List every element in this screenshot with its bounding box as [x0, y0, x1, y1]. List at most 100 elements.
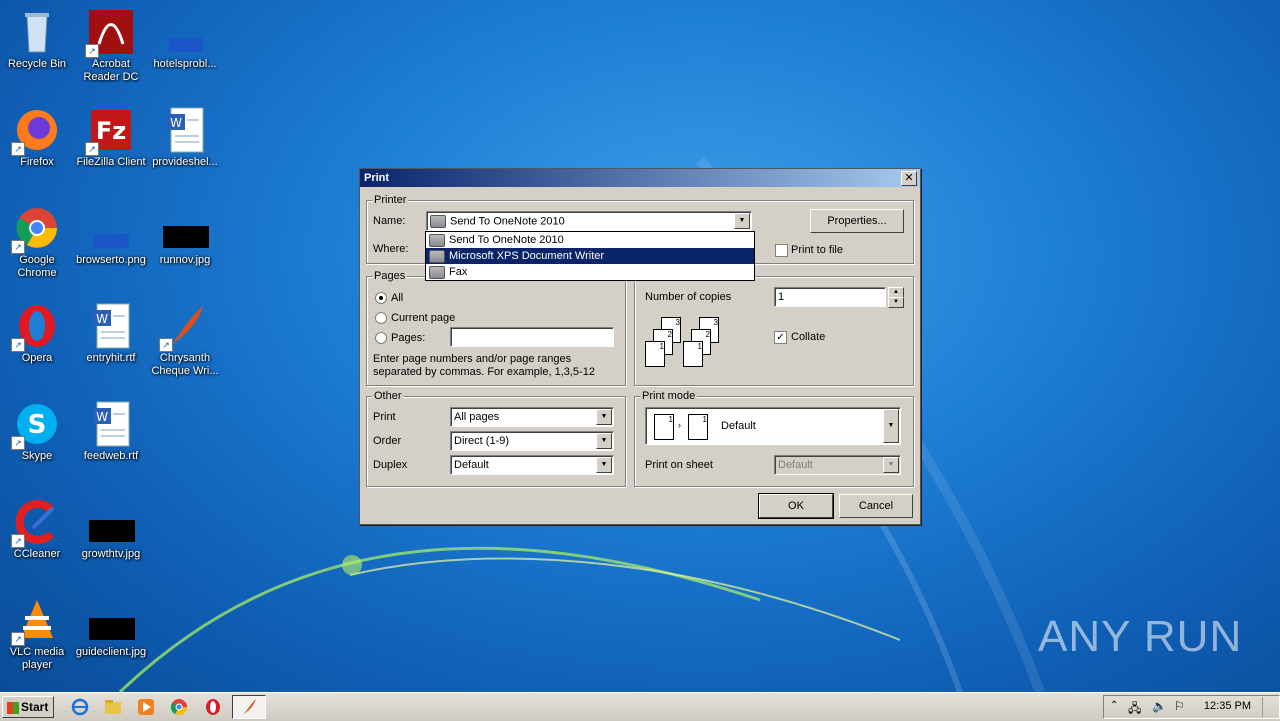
ok-button[interactable]: OK: [758, 493, 834, 519]
explorer-icon[interactable]: [104, 698, 122, 716]
shortcut-arrow-icon: ↗: [11, 436, 25, 450]
desktop-icon-hotelsprobl[interactable]: hotelsprobl...: [148, 8, 222, 71]
print-mode-select[interactable]: 1 › 1 Default ▼: [645, 407, 901, 445]
ccleaner-icon: ↗: [11, 498, 61, 548]
network-icon[interactable]: 🖧: [1128, 699, 1141, 720]
svg-text:W: W: [170, 116, 182, 130]
dialog-title: Print: [364, 172, 390, 184]
svg-text:W: W: [96, 410, 108, 424]
print-on-sheet-select[interactable]: Default ▼: [774, 455, 901, 475]
skype-icon: S ↗: [11, 400, 61, 450]
desktop-icon-feedweb[interactable]: W feedweb.rtf: [74, 400, 148, 463]
word-doc-icon: W: [161, 106, 209, 154]
image-file-icon: [161, 204, 209, 252]
all-pages-label: All: [391, 292, 404, 304]
name-label: Name:: [373, 215, 406, 227]
windows-logo-icon: [7, 701, 19, 714]
close-button[interactable]: ✕: [901, 171, 917, 186]
printer-icon: [429, 249, 445, 263]
print-to-file-checkbox[interactable]: [775, 244, 788, 257]
dropdown-option-onenote[interactable]: Send To OneNote 2010: [426, 232, 754, 248]
printer-name-select[interactable]: Send To OneNote 2010 ▼: [426, 211, 752, 231]
desktop-icon-runnov[interactable]: runnov.jpg: [148, 204, 222, 267]
print-select[interactable]: All pages ▼: [450, 407, 614, 427]
chevron-down-icon[interactable]: ▼: [596, 457, 612, 473]
volume-icon[interactable]: 🔈: [1152, 699, 1167, 713]
pages-group-label: Pages: [372, 270, 408, 282]
shortcut-arrow-icon: ↗: [11, 632, 25, 646]
collate-checkbox[interactable]: ✓: [774, 331, 787, 344]
acrobat-icon: ↗: [85, 8, 135, 58]
pages-range-input[interactable]: [450, 327, 614, 347]
current-page-label: Current page: [391, 312, 456, 324]
desktop-icon-entryhit[interactable]: W entryhit.rtf: [74, 302, 148, 365]
print-mode-value: Default: [721, 420, 756, 432]
desktop-icon-browserto[interactable]: browserto.png: [74, 204, 148, 267]
filezilla-icon: Fz ↗: [85, 106, 135, 156]
show-desktop-button[interactable]: [1262, 697, 1277, 717]
desktop-icon-filezilla[interactable]: Fz ↗ FileZilla Client: [74, 106, 148, 169]
start-button[interactable]: Start: [2, 696, 54, 718]
ie-icon[interactable]: [71, 698, 89, 716]
desktop-icon-chrome[interactable]: ↗ Google Chrome: [0, 204, 74, 280]
desktop-icon-chrysanth[interactable]: ↗ Chrysanth Cheque Wri...: [148, 302, 222, 378]
desktop-icon-acrobat[interactable]: ↗ Acrobat Reader DC: [74, 8, 148, 84]
image-file-icon: [87, 204, 135, 252]
chevron-down-icon[interactable]: ▼: [883, 409, 899, 443]
pages-group: Pages All Current page Pages: Enter page…: [366, 270, 626, 386]
copies-group: Number of copies 1 ▲ ▼ 3 2 1 3 2 1 ✓ Col…: [634, 276, 914, 386]
desktop-icon-vlc[interactable]: ↗ VLC media player: [0, 596, 74, 672]
dialog-titlebar[interactable]: Print ✕: [360, 169, 920, 187]
taskbar-active-app[interactable]: [232, 695, 266, 719]
chevron-down-icon[interactable]: ▼: [596, 433, 612, 449]
vlc-icon: ↗: [11, 596, 61, 646]
tray-expand-icon[interactable]: ⌃: [1110, 700, 1118, 711]
printer-icon: [429, 233, 445, 247]
all-pages-radio[interactable]: [375, 292, 387, 304]
dropdown-option-xps[interactable]: Microsoft XPS Document Writer: [426, 248, 754, 264]
print-mode-group-label: Print mode: [640, 390, 698, 402]
shortcut-arrow-icon: ↗: [159, 338, 173, 352]
system-tray: ⌃ 🖧 🔈 ⚐ 12:35 PM: [1103, 695, 1280, 719]
quill-icon: ↗: [159, 302, 209, 352]
taskbar: Start ⌃ 🖧 🔈 ⚐ 12:35 PM: [0, 692, 1280, 721]
desktop-icon-guideclient[interactable]: guideclient.jpg: [74, 596, 148, 659]
cancel-button[interactable]: Cancel: [839, 494, 913, 518]
media-player-icon[interactable]: [137, 698, 155, 716]
desktop-icon-opera[interactable]: ↗ Opera: [0, 302, 74, 365]
copies-spin-down[interactable]: ▼: [888, 297, 904, 308]
chevron-down-icon[interactable]: ▼: [596, 409, 612, 425]
desktop-icon-recycle-bin[interactable]: Recycle Bin: [0, 8, 74, 71]
flag-icon[interactable]: ⚐: [1174, 699, 1185, 713]
current-page-radio[interactable]: [375, 312, 387, 324]
chevron-down-icon[interactable]: ▼: [734, 213, 750, 229]
printer-name-value: Send To OneNote 2010: [450, 215, 565, 228]
duplex-select[interactable]: Default ▼: [450, 455, 614, 475]
dropdown-option-fax[interactable]: Fax: [426, 264, 754, 280]
copies-input[interactable]: 1: [774, 287, 886, 307]
number-of-copies-label: Number of copies: [645, 291, 732, 303]
chevron-down-icon[interactable]: ▼: [883, 457, 899, 473]
word-doc-icon: W: [87, 302, 135, 350]
opera-icon[interactable]: [204, 698, 222, 716]
shortcut-arrow-icon: ↗: [85, 142, 99, 156]
chrome-icon[interactable]: [170, 698, 188, 716]
quill-icon: [243, 699, 256, 715]
desktop-icon-provideshel[interactable]: W provideshel...: [148, 106, 222, 169]
print-on-sheet-label: Print on sheet: [645, 459, 713, 471]
print-label: Print: [373, 411, 396, 423]
desktop-icon-skype[interactable]: S ↗ Skype: [0, 400, 74, 463]
desktop-icon-firefox[interactable]: ↗ Firefox: [0, 106, 74, 169]
clock[interactable]: 12:35 PM: [1204, 700, 1251, 712]
where-label: Where:: [373, 243, 409, 255]
order-select[interactable]: Direct (1-9) ▼: [450, 431, 614, 451]
shortcut-arrow-icon: ↗: [85, 44, 99, 58]
pages-range-radio[interactable]: [375, 332, 387, 344]
anyrun-watermark: ANY RUN: [1038, 612, 1243, 661]
printer-dropdown-list: Send To OneNote 2010 Microsoft XPS Docum…: [425, 231, 755, 281]
desktop-icon-growthtv[interactable]: growthtv.jpg: [74, 498, 148, 561]
desktop-icon-ccleaner[interactable]: ↗ CCleaner: [0, 498, 74, 561]
word-doc-icon: W: [87, 400, 135, 448]
order-label: Order: [373, 435, 402, 447]
properties-button[interactable]: Properties...: [810, 209, 904, 233]
